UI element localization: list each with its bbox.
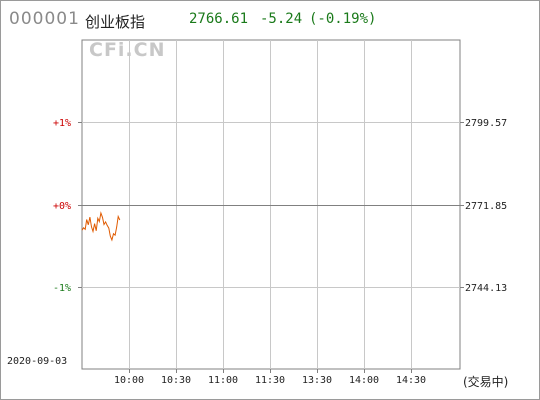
right-axis-labels: 2799.57 2771.85 2744.13 — [465, 118, 507, 294]
price-series — [81, 211, 121, 242]
x-tick-label: 10:30 — [161, 375, 191, 386]
x-tick-label: 11:00 — [208, 375, 238, 386]
chart-frame: 000001 创业板指 2766.61 -5.24 (-0.19%) +1% +0… — [0, 0, 540, 400]
left-tick-label: +1% — [53, 118, 71, 129]
left-axis-labels: +1% +0% -1% — [53, 118, 71, 294]
x-tick-label: 14:30 — [396, 375, 426, 386]
x-axis-labels: 10:00 10:30 11:00 11:30 13:30 14:00 14:30 — [114, 375, 426, 386]
x-tick-label: 11:30 — [255, 375, 285, 386]
left-tick-label: +0% — [53, 201, 71, 212]
x-tick-label: 13:30 — [302, 375, 332, 386]
right-tick-label: 2771.85 — [465, 201, 507, 212]
intraday-chart: +1%+0%-1% 2799.572771.852744.13 10:00 10:… — [53, 39, 507, 386]
grid-lines — [78, 39, 464, 373]
right-tick-label: 2744.13 — [465, 283, 507, 294]
left-tick-label: -1% — [53, 283, 71, 294]
right-tick-label: 2799.57 — [465, 118, 507, 129]
x-tick-label: 14:00 — [349, 375, 379, 386]
watermark-logo: CFi.CN — [89, 39, 166, 61]
price-line — [81, 211, 121, 242]
trade-date: 2020-09-03 — [7, 356, 68, 367]
x-tick-label: 10:00 — [114, 375, 144, 386]
trading-status: (交易中) — [463, 375, 509, 389]
